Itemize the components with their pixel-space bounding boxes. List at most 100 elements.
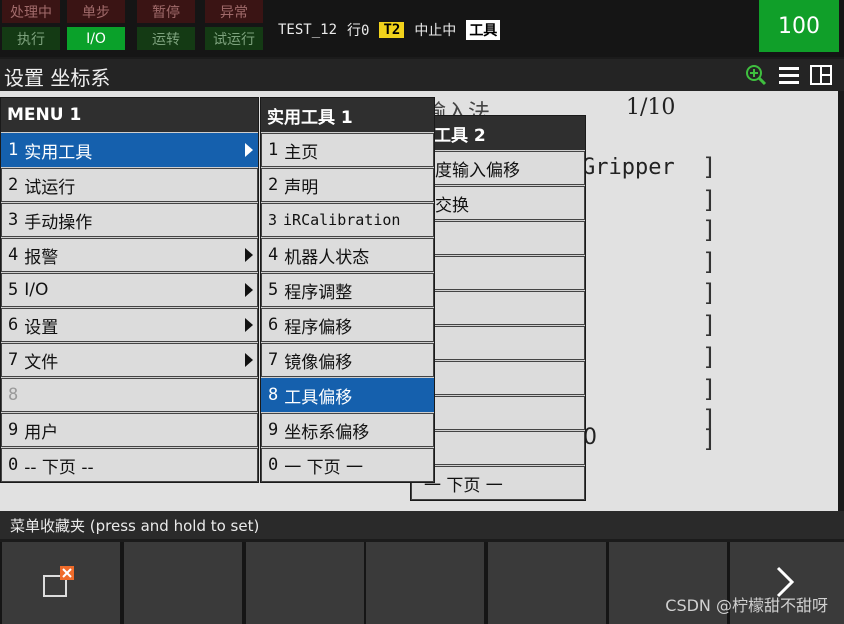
- menu-item-number: 2: [268, 175, 279, 195]
- menu-item-empty[interactable]: [411, 256, 585, 290]
- menu-item-empty[interactable]: [411, 291, 585, 325]
- menu-item-home[interactable]: 1 主页: [261, 133, 434, 167]
- menu-item-empty[interactable]: [411, 396, 585, 430]
- submenu-arrow-icon: [245, 318, 253, 332]
- status-line: TEST_12 行0 T2 中止中 工具: [278, 18, 501, 42]
- menu-item-label: iRCalibration: [283, 211, 401, 229]
- menu-item-next-page[interactable]: 0 -- 下页 --: [1, 448, 258, 482]
- softkey-3[interactable]: [246, 542, 364, 624]
- led-hold: 暂停: [137, 0, 195, 23]
- menu-item-label: 报警: [24, 247, 59, 268]
- menu-item-label: 设置: [24, 317, 59, 338]
- menu-icon[interactable]: [778, 64, 800, 86]
- led-busy: 处理中: [2, 0, 60, 23]
- program-name: TEST_12: [278, 22, 338, 38]
- menu-item-number: 4: [8, 245, 19, 265]
- softkey-1[interactable]: [2, 542, 120, 624]
- menu-item-number: 1: [268, 140, 279, 160]
- menu-item-tool-offset[interactable]: 8 工具偏移: [261, 378, 434, 412]
- main-area: 直接输入法 1/10 Gripper 0 ] ] ] ] ] ] ] ] ] ]…: [0, 91, 838, 511]
- menu-item-user[interactable]: 9 用户: [1, 413, 258, 447]
- menu-item-next-page[interactable]: 0一 下页 一: [261, 448, 434, 482]
- led-run: 执行: [2, 27, 60, 50]
- menu-item-number: 4: [268, 245, 279, 265]
- softkey-2[interactable]: [124, 542, 242, 624]
- menu-item-label: 工具偏移: [284, 387, 353, 408]
- main-menu: MENU 1 1 实用工具 2 试运行 3 手动操作 4 报警 5 I/O 6 设置 7 文件…: [0, 97, 259, 483]
- menu-item-number: 8: [268, 385, 279, 405]
- override-value: 100: [778, 13, 820, 39]
- menu-item-label: 程序偏移: [284, 317, 353, 338]
- bracket: ]: [702, 279, 717, 307]
- menu-item-test-cycle[interactable]: 2 试运行: [1, 168, 258, 202]
- submenu-tools-page2: 用工具 2 角度输入偏移 组交换 一 下页 一: [410, 115, 586, 501]
- led-step: 单步: [67, 0, 125, 23]
- zoom-icon[interactable]: [745, 64, 767, 86]
- menu-item-label: 手动操作: [24, 212, 93, 233]
- menu-item-io[interactable]: 5 I/O: [1, 273, 258, 307]
- menu-item-label: 程序调整: [284, 282, 353, 303]
- menu-item-label: 用户: [24, 422, 59, 443]
- submenu-utilities-title: 实用工具 1: [261, 98, 434, 132]
- led-prod: 运转: [137, 27, 195, 50]
- program-state: 中止中: [414, 23, 457, 39]
- menu-item-empty[interactable]: [411, 221, 585, 255]
- page-indicator: 1/10: [626, 95, 676, 120]
- favorites-hint: 菜单收藏夹 (press and hold to set): [0, 511, 844, 539]
- tool-badge: 工具: [466, 20, 501, 40]
- menu-item-label: 试运行: [24, 177, 76, 198]
- menu-item-label: 声明: [284, 177, 319, 198]
- menu-item-program-shift[interactable]: 6 程序偏移: [261, 308, 434, 342]
- softkey-5[interactable]: [488, 542, 606, 624]
- menu-item-number: 0: [8, 455, 19, 475]
- led-fault: 异常: [205, 0, 263, 23]
- menu-item-empty[interactable]: [411, 326, 585, 360]
- split-screen-icon[interactable]: [810, 64, 832, 86]
- menu-item-number: 9: [268, 420, 279, 440]
- menu-item-file[interactable]: 7 文件: [1, 343, 258, 377]
- menu-item-label: 实用工具: [24, 142, 93, 163]
- menu-item-utilities[interactable]: 1 实用工具: [1, 133, 258, 167]
- menu-item-mirror-shift[interactable]: 7 镜像偏移: [261, 343, 434, 377]
- menu-item-label: 坐标系偏移: [284, 422, 370, 443]
- menu-item-label: 主页: [284, 142, 319, 163]
- menu-item-group-exchange[interactable]: 组交换: [411, 186, 585, 220]
- bracket: ]: [702, 186, 717, 214]
- title-bar: 设置 坐标系: [0, 59, 844, 91]
- menu-item-label: 机器人状态: [284, 247, 370, 268]
- menu-item-empty[interactable]: [411, 361, 585, 395]
- menu-item-robot-status[interactable]: 4 机器人状态: [261, 238, 434, 272]
- menu-item-number: 9: [8, 420, 19, 440]
- bracket: ]: [702, 153, 717, 181]
- override-indicator[interactable]: 100: [759, 0, 839, 52]
- menu-item-alarm[interactable]: 4 报警: [1, 238, 258, 272]
- page-title: 设置 坐标系: [4, 66, 111, 90]
- menu-item-empty[interactable]: [411, 431, 585, 465]
- menu-item-label: 镜像偏移: [284, 352, 353, 373]
- menu-item-label: 一 下页 一: [424, 475, 503, 496]
- menu-item-program-adjust[interactable]: 5 程序调整: [261, 273, 434, 307]
- menu-item-number: 6: [8, 315, 19, 335]
- submenu-arrow-icon: [245, 248, 253, 262]
- menu-item-number: 1: [8, 140, 19, 160]
- menu-item-angle-offset[interactable]: 角度输入偏移: [411, 151, 585, 185]
- bracket: ]: [702, 248, 717, 276]
- menu-item-label: 一 下页 一: [284, 457, 364, 478]
- menu-item-manual-fctns[interactable]: 3 手动操作: [1, 203, 258, 237]
- menu-item-frame-offset[interactable]: 9 坐标系偏移: [261, 413, 434, 447]
- menu-item-number: 8: [8, 385, 19, 405]
- bracket: ]: [702, 311, 717, 339]
- menu-item-next-page[interactable]: 一 下页 一: [411, 466, 585, 500]
- line-number: 行0: [347, 23, 370, 39]
- menu-item-ircalibration[interactable]: 3 iRCalibration: [261, 203, 434, 237]
- status-bar: 处理中 单步 暂停 异常 执行 I/O 运转 试运行 TEST_12 行0 T2…: [0, 0, 844, 57]
- softkey-4[interactable]: [366, 542, 484, 624]
- menu-item-statement[interactable]: 2 声明: [261, 168, 434, 202]
- menu-item-label: I/O: [24, 280, 49, 300]
- favorite-close-icon: [43, 566, 74, 597]
- submenu-utilities: 实用工具 1 1 主页 2 声明 3 iRCalibration 4 机器人状态 5 程序…: [260, 97, 435, 483]
- menu-item-label: 文件: [24, 352, 59, 373]
- mode-badge: T2: [379, 22, 405, 38]
- bracket: ]: [702, 216, 717, 244]
- menu-item-setup[interactable]: 6 设置: [1, 308, 258, 342]
